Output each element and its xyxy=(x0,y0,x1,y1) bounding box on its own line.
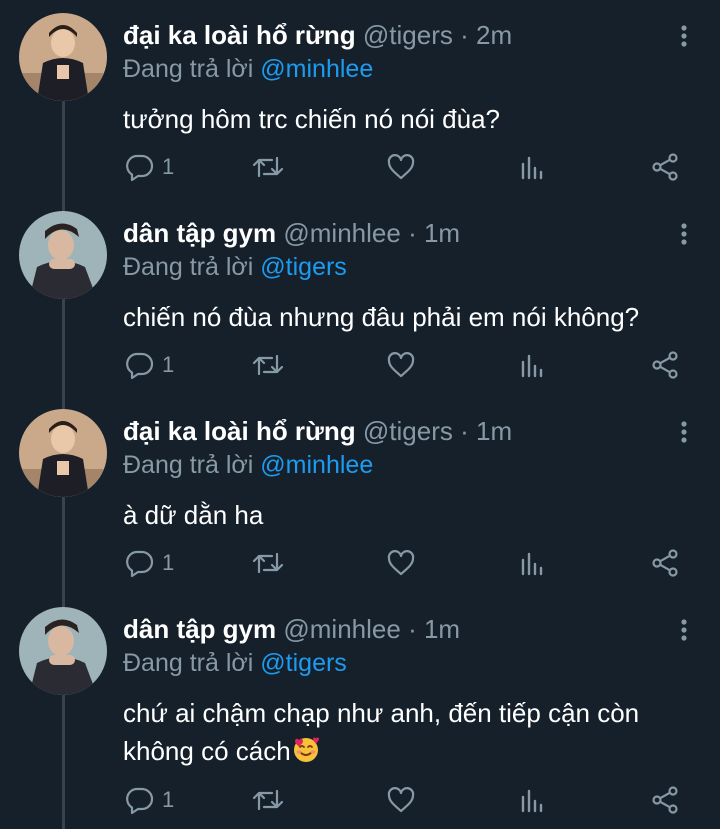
tweet-header: đại ka loài hổ rừng @tigers · 1m xyxy=(123,414,512,448)
action-bar: 1 xyxy=(0,147,720,187)
replying-to-handle[interactable]: @minhlee xyxy=(260,451,373,479)
replying-to-label: Đang trả lời xyxy=(123,55,254,83)
replying-to: Đang trả lời @tigers xyxy=(123,646,347,680)
avatar-image xyxy=(19,409,107,497)
display-name[interactable]: đại ka loài hổ rừng xyxy=(123,416,356,446)
avatar[interactable] xyxy=(19,13,107,101)
action-bar: 1 xyxy=(0,780,720,820)
separator-dot: · xyxy=(460,20,469,50)
replying-to: Đang trả lời @minhlee xyxy=(123,448,373,482)
stats-icon xyxy=(521,354,543,378)
stats-icon xyxy=(521,552,543,576)
retweet-icon xyxy=(252,789,284,811)
stats-button[interactable] xyxy=(518,543,546,583)
share-button[interactable] xyxy=(650,147,680,187)
stats-button[interactable] xyxy=(518,780,546,820)
tweet-text: chứ ai chậm chạp như anh, đến tiếp cận c… xyxy=(123,694,683,770)
tweet-text: tưởng hôm trc chiến nó nói đùa? xyxy=(123,104,501,134)
reply-count: 1 xyxy=(162,787,175,812)
stats-button[interactable] xyxy=(518,345,546,385)
display-name[interactable]: đại ka loài hổ rừng xyxy=(123,20,356,50)
replying-to-label: Đang trả lời xyxy=(123,253,254,281)
retweet-icon xyxy=(252,156,284,178)
more-vertical-icon[interactable] xyxy=(670,220,698,248)
heart-icon xyxy=(387,352,415,378)
retweet-icon xyxy=(252,354,284,376)
replying-to-handle[interactable]: @tigers xyxy=(260,253,347,281)
more-vertical-icon[interactable] xyxy=(670,616,698,644)
retweet-icon xyxy=(252,552,284,574)
reply-button[interactable]: 1 xyxy=(124,345,174,385)
replying-to: Đang trả lời @tigers xyxy=(123,250,347,284)
stats-icon xyxy=(521,789,543,813)
tweet-header: dân tập gym @minhlee · 1m xyxy=(123,612,460,646)
timestamp[interactable]: 1m xyxy=(424,614,460,644)
separator-dot: · xyxy=(408,614,417,644)
reply-icon xyxy=(126,352,154,380)
reply-button[interactable]: 1 xyxy=(124,780,174,820)
retweet-button[interactable] xyxy=(252,345,284,385)
share-icon xyxy=(652,351,678,379)
separator-dot: · xyxy=(460,416,469,446)
tweet-text: chiến nó đùa nhưng đâu phải em nói không… xyxy=(123,302,640,332)
more-vertical-icon[interactable] xyxy=(670,418,698,446)
tweet-header: dân tập gym @minhlee · 1m xyxy=(123,216,460,250)
username-handle[interactable]: @minhlee xyxy=(283,614,400,644)
avatar[interactable] xyxy=(19,607,107,695)
reply-count: 1 xyxy=(162,154,175,179)
avatar[interactable] xyxy=(19,211,107,299)
reply-icon xyxy=(126,787,154,815)
reply-count: 1 xyxy=(162,352,175,377)
action-bar: 1 xyxy=(0,345,720,385)
heart-icon xyxy=(387,550,415,576)
like-button[interactable] xyxy=(386,147,416,187)
like-button[interactable] xyxy=(386,543,416,583)
action-bar: 1 xyxy=(0,543,720,583)
share-button[interactable] xyxy=(650,345,680,385)
timestamp[interactable]: 1m xyxy=(424,218,460,248)
replying-to-label: Đang trả lời xyxy=(123,451,254,479)
retweet-button[interactable] xyxy=(252,147,284,187)
timestamp[interactable]: 1m xyxy=(476,416,512,446)
more-vertical-icon[interactable] xyxy=(670,22,698,50)
share-icon xyxy=(652,786,678,814)
reply-button[interactable]: 1 xyxy=(124,543,174,583)
replying-to-handle[interactable]: @tigers xyxy=(260,649,347,677)
timestamp[interactable]: 2m xyxy=(476,20,512,50)
retweet-button[interactable] xyxy=(252,780,284,820)
share-icon xyxy=(652,549,678,577)
stats-button[interactable] xyxy=(518,147,546,187)
heart-icon xyxy=(387,787,415,813)
share-button[interactable] xyxy=(650,543,680,583)
avatar-image xyxy=(19,13,107,101)
stats-icon xyxy=(521,156,543,180)
reply-icon xyxy=(126,154,154,182)
tweet-header: đại ka loài hổ rừng @tigers · 2m xyxy=(123,18,512,52)
heart-icon xyxy=(387,154,415,180)
avatar[interactable] xyxy=(19,409,107,497)
smiling-face-with-hearts-icon xyxy=(291,735,321,765)
replying-to: Đang trả lời @minhlee xyxy=(123,52,373,86)
retweet-button[interactable] xyxy=(252,543,284,583)
reply-count: 1 xyxy=(162,550,175,575)
replying-to-handle[interactable]: @minhlee xyxy=(260,55,373,83)
tweet-text-content: chứ ai chậm chạp như anh, đến tiếp cận c… xyxy=(123,698,640,766)
avatar-image xyxy=(19,211,107,299)
display-name[interactable]: dân tập gym xyxy=(123,218,276,248)
replying-to-label: Đang trả lời xyxy=(123,649,254,677)
username-handle[interactable]: @minhlee xyxy=(283,218,400,248)
reply-button[interactable]: 1 xyxy=(124,147,174,187)
like-button[interactable] xyxy=(386,780,416,820)
like-button[interactable] xyxy=(386,345,416,385)
share-icon xyxy=(652,153,678,181)
avatar-image xyxy=(19,607,107,695)
reply-icon xyxy=(126,550,154,578)
tweet-text: à dữ dằn ha xyxy=(123,500,264,530)
share-button[interactable] xyxy=(650,780,680,820)
display-name[interactable]: dân tập gym xyxy=(123,614,276,644)
username-handle[interactable]: @tigers xyxy=(363,416,453,446)
username-handle[interactable]: @tigers xyxy=(363,20,453,50)
separator-dot: · xyxy=(408,218,417,248)
